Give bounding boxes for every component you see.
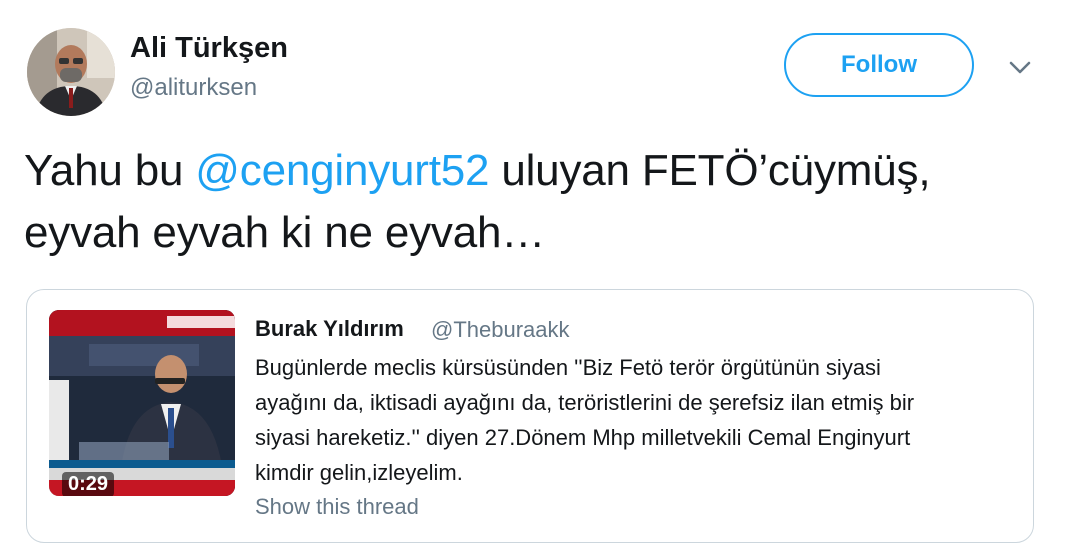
quoted-text-line: ayağını da, iktisadi ayağını da, teröris… — [255, 390, 915, 415]
video-thumbnail[interactable]: 0:29 — [49, 310, 235, 496]
video-duration: 0:29 — [62, 472, 115, 496]
quoted-text-line: Bugünlerde meclis kürsüsünden ''Biz Fetö… — [255, 355, 881, 380]
video-frame — [49, 310, 235, 496]
quoted-tweet[interactable]: 0:29 Burak Yıldırım @Theburaakk Bugünler… — [26, 289, 1034, 543]
quoted-display-name[interactable]: Burak Yıldırım — [255, 316, 404, 342]
mention-link[interactable]: @cenginyurt52 — [195, 146, 489, 195]
tweet-text: Yahu bu @cenginyurt52 uluyan FETÖ’cüymüş… — [24, 140, 1064, 264]
author-handle[interactable]: @aliturksen — [130, 74, 257, 102]
tweet-text-line-1: Yahu bu @cenginyurt52 uluyan FETÖ’cüymüş… — [24, 140, 1064, 202]
quoted-text: Bugünlerde meclis kürsüsünden ''Biz Fetö… — [255, 350, 1025, 490]
chevron-down-icon — [1009, 61, 1031, 74]
avatar-photo — [27, 28, 115, 116]
tweet-text-suffix: uluyan FETÖ’cüymüş, — [489, 146, 931, 195]
tweet-card: Ali Türkşen @aliturksen Follow Yahu bu @… — [0, 0, 1080, 550]
author-display-name[interactable]: Ali Türkşen — [130, 32, 288, 65]
tweet-text-line-2: eyvah eyvah ki ne eyvah… — [24, 208, 546, 257]
tweet-text-prefix: Yahu bu — [24, 146, 196, 195]
show-thread-link[interactable]: Show this thread — [255, 494, 419, 520]
follow-button[interactable]: Follow — [784, 33, 974, 97]
tweet-menu-button[interactable] — [1004, 54, 1036, 82]
author-avatar[interactable] — [27, 28, 115, 116]
quoted-text-line: kimdir gelin,izleyelim. — [255, 460, 463, 485]
quoted-handle[interactable]: @Theburaakk — [431, 317, 570, 343]
quoted-text-line: siyasi hareketiz.'' diyen 27.Dönem Mhp m… — [255, 425, 911, 450]
